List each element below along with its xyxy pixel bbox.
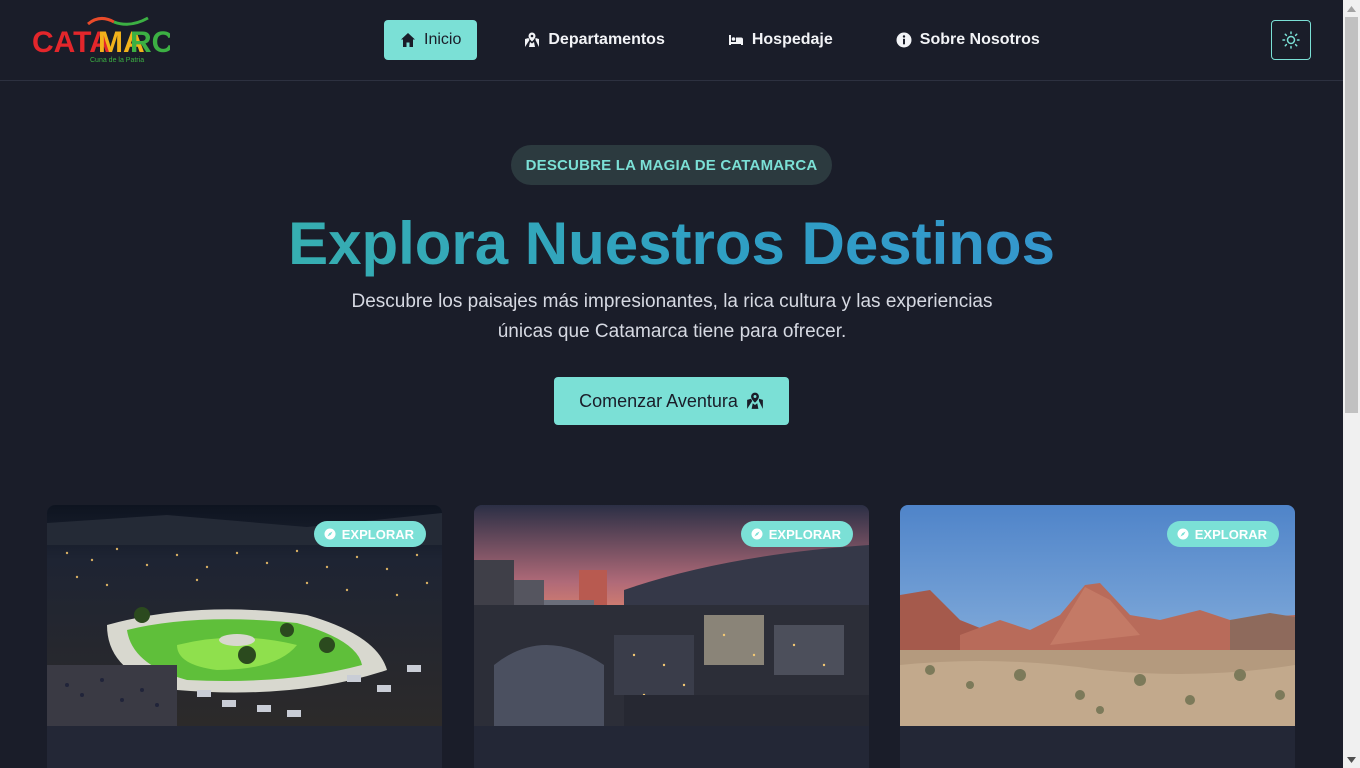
nav-item-hospedaje[interactable]: Hospedaje	[712, 20, 849, 60]
explore-badge[interactable]: EXPLORAR	[1166, 521, 1279, 547]
nav-item-departamentos[interactable]: Departamentos	[508, 20, 680, 60]
compass-icon	[324, 528, 336, 540]
hero-subtitle-line2: únicas que Catamarca tiene para ofrecer.	[497, 321, 847, 342]
map-icon	[747, 392, 763, 409]
explore-badge-label: EXPLORAR	[341, 526, 414, 542]
vertical-scrollbar[interactable]	[1343, 0, 1360, 768]
explore-badge-label: EXPLORAR	[768, 526, 841, 542]
explore-badge-label: EXPLORAR	[1194, 526, 1267, 542]
nav-label-sobre-nosotros: Sobre Nosotros	[919, 31, 1040, 48]
map-icon	[525, 32, 540, 47]
start-adventure-button[interactable]: Comenzar Aventura	[554, 377, 789, 425]
nav-label-inicio: Inicio	[424, 31, 462, 48]
catamarca-logo[interactable]: CATA MA RCA Cuna de la Patria	[30, 14, 170, 66]
destination-card[interactable]: EXPLORAR	[47, 505, 442, 768]
scroll-thumb[interactable]	[1345, 17, 1358, 413]
hero-title: Explora Nuestros Destinos	[0, 206, 1343, 282]
hero-subtitle-line1: Descubre los paisajes más impresionantes…	[351, 291, 993, 312]
scroll-up-arrow-icon[interactable]	[1343, 0, 1360, 17]
destination-card[interactable]: EXPLORAR	[474, 505, 869, 768]
svg-text:RCA: RCA	[130, 26, 170, 59]
home-icon	[401, 33, 415, 47]
sun-icon	[1282, 31, 1300, 49]
hero-badge: DESCUBRE LA MAGIA DE CATAMARCA	[511, 145, 832, 185]
svg-text:Cuna de la Patria: Cuna de la Patria	[90, 57, 144, 64]
theme-toggle-button[interactable]	[1271, 20, 1311, 60]
nav-item-sobre-nosotros[interactable]: Sobre Nosotros	[880, 20, 1056, 60]
bed-icon	[728, 35, 743, 45]
destination-card[interactable]: EXPLORAR	[900, 505, 1295, 768]
explore-badge[interactable]: EXPLORAR	[740, 521, 853, 547]
top-navbar: CATA MA RCA Cuna de la Patria Inicio Dep…	[0, 0, 1343, 81]
main-nav: Inicio Departamentos Hospedaje Sobre Nos…	[384, 20, 1056, 60]
cta-label: Comenzar Aventura	[579, 390, 738, 411]
nav-item-inicio[interactable]: Inicio	[384, 20, 478, 60]
explore-badge[interactable]: EXPLORAR	[313, 521, 426, 547]
compass-icon	[751, 528, 763, 540]
scroll-down-arrow-icon[interactable]	[1343, 751, 1360, 768]
info-icon	[896, 32, 912, 48]
nav-label-hospedaje: Hospedaje	[751, 31, 833, 48]
hero-subtitle: Descubre los paisajes más impresionantes…	[336, 287, 1008, 347]
compass-icon	[1177, 528, 1189, 540]
nav-label-departamentos: Departamentos	[548, 31, 665, 48]
